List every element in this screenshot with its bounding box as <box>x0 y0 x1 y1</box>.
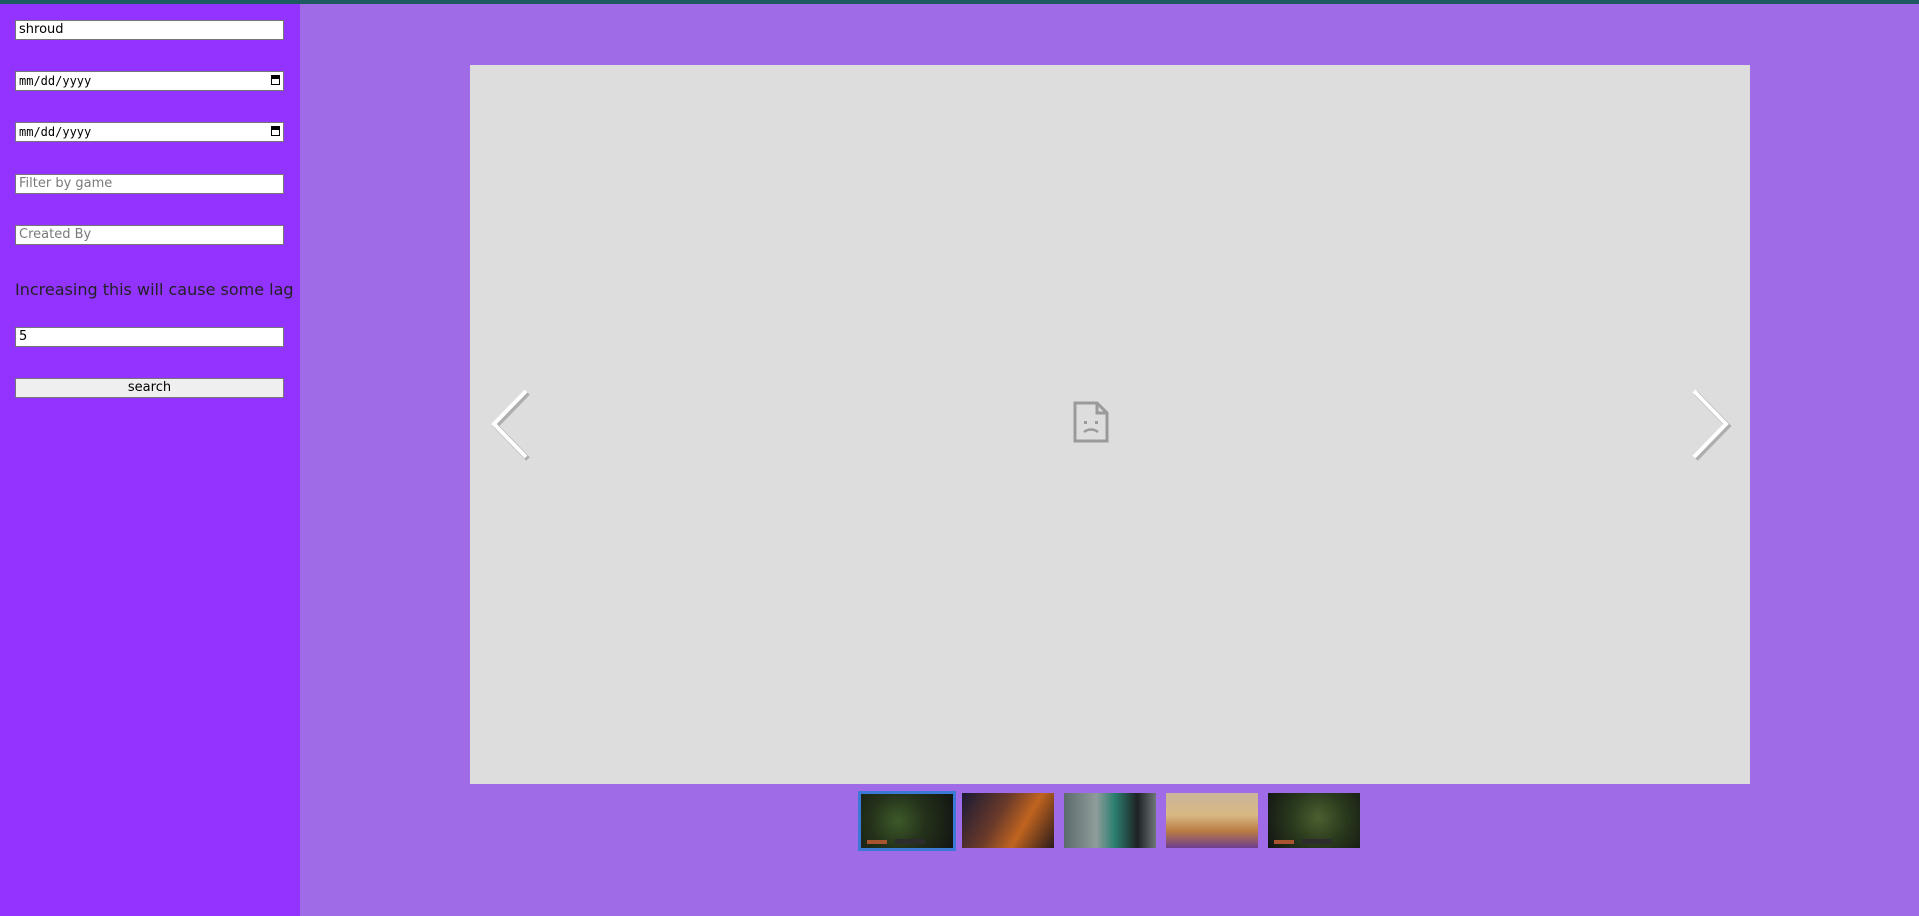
end-date-input[interactable]: mm/dd/yyyy <box>15 122 284 142</box>
arrow-right-icon[interactable] <box>1688 385 1732 463</box>
thumbnail-2[interactable] <box>962 793 1054 848</box>
end-date-placeholder: mm/dd/yyyy <box>19 125 92 139</box>
search-button[interactable]: search <box>15 378 284 398</box>
start-date-input[interactable]: mm/dd/yyyy <box>15 71 284 91</box>
thumbnail-1[interactable] <box>858 791 956 851</box>
thumbnail-5[interactable] <box>1268 793 1360 848</box>
thumbnail-3[interactable] <box>1064 793 1156 848</box>
clip-viewer-area <box>300 4 1919 916</box>
thumbnail-hud <box>895 839 925 844</box>
broken-image-icon <box>1073 401 1109 443</box>
channel-input[interactable]: shroud <box>15 20 284 40</box>
video-frame[interactable] <box>470 65 1750 784</box>
game-filter-input[interactable]: Filter by game <box>15 174 284 194</box>
creator-filter-input[interactable]: Created By <box>15 225 284 245</box>
clip-count-input[interactable]: 5 <box>15 327 284 347</box>
thumbnail-hud <box>1302 839 1332 844</box>
thumbnail-hud <box>1274 840 1294 844</box>
thumbnail-4[interactable] <box>1166 793 1258 848</box>
calendar-icon[interactable] <box>271 126 280 136</box>
calendar-icon[interactable] <box>271 75 280 85</box>
filter-sidebar: shroud mm/dd/yyyy mm/dd/yyyy Filter by g… <box>0 4 300 916</box>
start-date-placeholder: mm/dd/yyyy <box>19 74 92 88</box>
thumbnail-hud <box>867 840 887 844</box>
arrow-left-icon[interactable] <box>488 385 532 463</box>
lag-warning-label: Increasing this will cause some lag <box>15 280 294 299</box>
